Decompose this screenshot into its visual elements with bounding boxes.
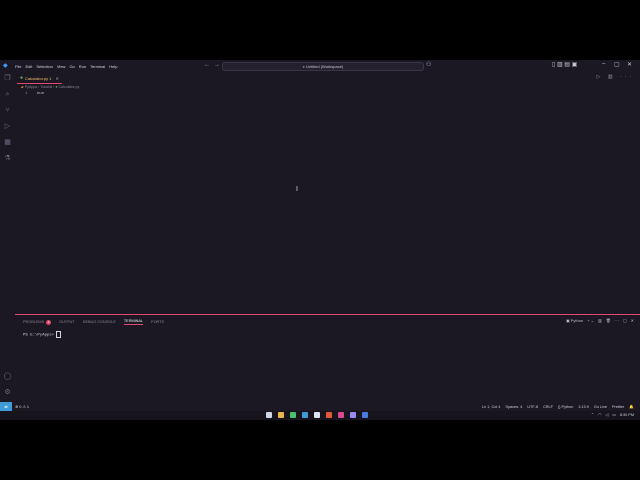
indentation[interactable]: Spaces: 4 bbox=[505, 405, 522, 409]
tab-label: Calculator.py 1 bbox=[25, 75, 52, 81]
activity-bar: ❐ ⌕ ⑂ ▷ ▦ ⚗ ◯ ⚙ bbox=[0, 72, 15, 402]
wifi-icon[interactable]: ◠ bbox=[598, 412, 601, 417]
run-debug-icon[interactable]: ▷ bbox=[3, 122, 12, 131]
terminal-icon: ▣ bbox=[565, 318, 570, 323]
folder-icon: ▰ bbox=[21, 85, 24, 89]
vscode-logo-icon: ◆ bbox=[3, 63, 8, 69]
mouse-cursor-icon: I bbox=[296, 186, 298, 193]
language-mode[interactable]: Python bbox=[562, 405, 574, 409]
bell-icon[interactable]: 🔔 bbox=[629, 404, 634, 409]
line-number: 1 bbox=[25, 92, 28, 96]
menu-run[interactable]: Run bbox=[79, 64, 86, 69]
app-icon[interactable] bbox=[338, 412, 344, 418]
vscode-window: ◆ File Edit Selection View Go Run Termin… bbox=[0, 60, 640, 420]
app-icon[interactable] bbox=[314, 412, 320, 418]
account-icon[interactable]: ◯ bbox=[3, 372, 12, 381]
close-button[interactable]: ✕ bbox=[627, 61, 632, 68]
app-icon[interactable] bbox=[362, 412, 368, 418]
tab-terminal[interactable]: TERMINAL bbox=[123, 319, 144, 325]
maximize-panel-icon[interactable]: ▢ bbox=[623, 318, 627, 323]
copilot-icon[interactable]: ⚇ bbox=[426, 61, 431, 68]
tab-debug-console[interactable]: DEBUG CONSOLE bbox=[83, 319, 116, 325]
menu-help[interactable]: Help bbox=[109, 64, 117, 69]
remote-indicator-icon[interactable]: ⇄ bbox=[0, 402, 12, 411]
status-right: Ln 1, Col 4 Spaces: 4 UTF-8 CRLF {} Pyth… bbox=[477, 402, 634, 411]
problems-status[interactable]: ⊗ 0 ⚠ 1 bbox=[15, 404, 29, 409]
python-file-icon: ● bbox=[55, 85, 58, 89]
problems-badge: 1 bbox=[46, 319, 52, 325]
terminal-kind[interactable]: Python bbox=[571, 318, 583, 323]
editor-area[interactable]: ● Calculator.py 1 ✕ ▷ ▥ ··· ▰ PyApps › T… bbox=[15, 72, 640, 314]
extensions-icon[interactable]: ▦ bbox=[3, 138, 12, 147]
breadcrumb-item[interactable]: Tutorial bbox=[40, 85, 52, 89]
volume-icon[interactable]: ◁ bbox=[605, 412, 608, 417]
terminal-output[interactable]: PS E:\PyApps> bbox=[23, 331, 62, 338]
file-explorer-icon[interactable] bbox=[278, 412, 284, 418]
encoding[interactable]: UTF-8 bbox=[527, 405, 538, 409]
vscode-taskbar-icon[interactable] bbox=[302, 412, 308, 418]
menu-edit[interactable]: Edit bbox=[25, 64, 32, 69]
breadcrumb-item[interactable]: PyApps bbox=[25, 85, 37, 89]
system-tray: ⌃ ◠ ◁ ▭ 8:30 PM bbox=[587, 412, 634, 418]
tab-problems[interactable]: PROBLEMS 1 bbox=[23, 319, 52, 325]
source-control-icon[interactable]: ⑂ bbox=[3, 106, 12, 115]
start-icon[interactable] bbox=[266, 412, 272, 418]
new-terminal-icon[interactable]: + ⌄ bbox=[587, 318, 594, 323]
panel-tabs: PROBLEMS 1 OUTPUT DEBUG CONSOLE TERMINAL … bbox=[23, 319, 172, 325]
command-center[interactable]: ⌕ Untitled (Workspace) bbox=[222, 62, 424, 71]
menu-go[interactable]: Go bbox=[69, 64, 74, 69]
maximize-button[interactable]: ▢ bbox=[614, 61, 620, 68]
nav-arrows[interactable]: ←→ bbox=[204, 62, 224, 68]
go-live-button[interactable]: Go Live bbox=[594, 405, 607, 409]
menu-view[interactable]: View bbox=[57, 64, 66, 69]
close-tab-icon[interactable]: ✕ bbox=[56, 76, 59, 81]
tab-output[interactable]: OUTPUT bbox=[59, 319, 75, 325]
code-text: nun bbox=[36, 92, 45, 96]
terminal-prompt: PS E:\PyApps> bbox=[23, 333, 55, 338]
split-terminal-icon[interactable]: ▥ bbox=[598, 318, 602, 323]
kill-terminal-icon[interactable]: 🗑 bbox=[606, 318, 611, 323]
editor-tab[interactable]: ● Calculator.py 1 ✕ bbox=[17, 73, 62, 84]
status-bar: ⇄ ⊗ 0 ⚠ 1 Ln 1, Col 4 Spaces: 4 UTF-8 CR… bbox=[0, 402, 640, 411]
browser-icon[interactable] bbox=[326, 412, 332, 418]
tab-ports[interactable]: PORTS bbox=[151, 319, 164, 325]
more-actions-icon[interactable]: ··· bbox=[615, 318, 619, 323]
menu-selection[interactable]: Selection bbox=[36, 64, 52, 69]
menu-file[interactable]: File bbox=[15, 64, 21, 69]
line-ending[interactable]: CRLF bbox=[543, 405, 553, 409]
breadcrumb-item[interactable]: Calculator.py bbox=[59, 85, 80, 89]
editor-actions[interactable]: ▷ ▥ ··· bbox=[597, 74, 634, 80]
code-line[interactable]: 1 nun bbox=[25, 92, 44, 96]
search-view-icon[interactable]: ⌕ bbox=[3, 90, 12, 99]
bottom-panel: PROBLEMS 1 OUTPUT DEBUG CONSOLE TERMINAL … bbox=[15, 314, 640, 403]
taskbar-apps bbox=[266, 412, 374, 418]
cursor-position[interactable]: Ln 1, Col 4 bbox=[482, 405, 500, 409]
layout-toggles[interactable]: ▯ ▥ ▤ ▣ bbox=[552, 61, 577, 68]
terminal-cursor bbox=[56, 331, 62, 338]
minimize-button[interactable]: – bbox=[602, 61, 605, 67]
app-icon[interactable] bbox=[350, 412, 356, 418]
battery-icon[interactable]: ▭ bbox=[612, 412, 616, 417]
settings-gear-icon[interactable]: ⚙ bbox=[3, 388, 12, 397]
chevron-up-icon[interactable]: ⌃ bbox=[591, 412, 594, 417]
windows-taskbar: ⌃ ◠ ◁ ▭ 8:30 PM bbox=[0, 411, 640, 420]
python-version[interactable]: 3.13.9 bbox=[578, 405, 589, 409]
panel-actions: ▣ Python + ⌄ ▥ 🗑 ··· ▢ ✕ bbox=[562, 318, 634, 323]
command-center-label: Untitled (Workspace) bbox=[306, 64, 344, 69]
clock[interactable]: 8:30 PM bbox=[620, 413, 634, 417]
explorer-icon[interactable]: ❐ bbox=[3, 74, 12, 83]
python-file-icon: ● bbox=[20, 75, 24, 81]
braces-icon: {} bbox=[557, 404, 561, 409]
flask-icon[interactable]: ⚗ bbox=[3, 154, 12, 163]
app-icon[interactable] bbox=[290, 412, 296, 418]
menu-terminal[interactable]: Terminal bbox=[90, 64, 105, 69]
breadcrumb[interactable]: ▰ PyApps › Tutorial › ● Calculator.py bbox=[21, 85, 79, 89]
prettier-status[interactable]: Prettier bbox=[612, 405, 624, 409]
close-panel-icon[interactable]: ✕ bbox=[631, 318, 634, 323]
